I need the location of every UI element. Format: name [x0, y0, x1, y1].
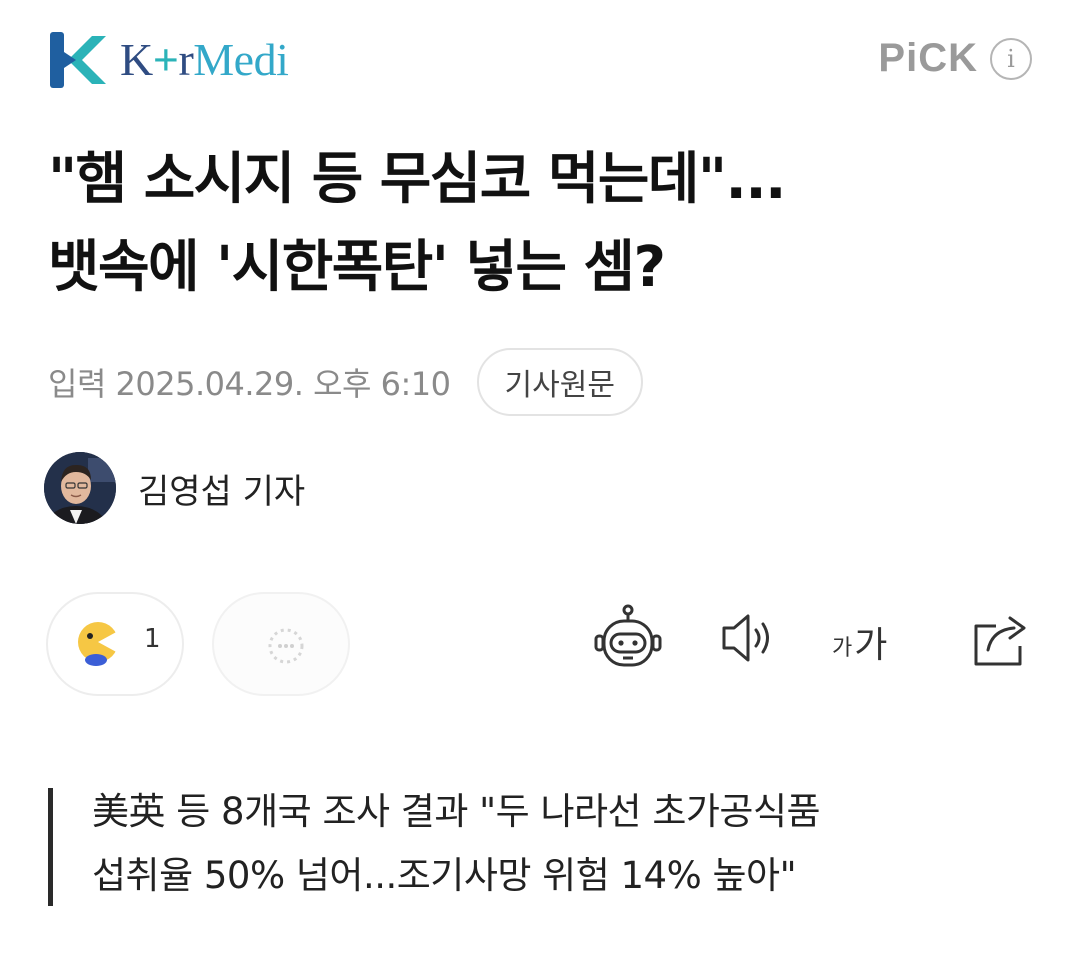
tts-button[interactable] [716, 602, 782, 682]
ai-summary-robot-icon [594, 604, 662, 667]
article-meta: 입력 2025.04.29. 오후 6:10 기사원문 [48, 346, 643, 418]
reporter-avatar [44, 452, 116, 524]
subtitle-line-2: 섭취율 50% 넘어...조기사망 위험 14% 높아" [92, 854, 797, 897]
header: K+rMedi PiCK i [0, 0, 1080, 130]
logo-wordmark: K+rMedi [120, 34, 289, 85]
kormedi-k-logo-icon [50, 32, 106, 88]
article-title-line-2: 뱃속에 '시한폭탄' 넣는 셈? [48, 235, 666, 300]
subtitle-quote-bar [48, 788, 53, 906]
original-article-button[interactable]: 기사원문 [476, 348, 643, 416]
publish-date: 입력 2025.04.29. 오후 6:10 [48, 365, 451, 403]
speaker-icon [722, 614, 769, 662]
share-button[interactable] [966, 602, 1032, 682]
kormedi-logo[interactable]: K+rMedi [48, 32, 289, 88]
reporter-info[interactable]: 김영섭 기자 [44, 452, 305, 524]
comment-icon [268, 628, 304, 664]
emoji-reaction-icon [78, 622, 120, 666]
article-title: "햄 소시지 등 무심코 먹는데"... 뱃속에 '시한폭탄' 넣는 셈? [48, 136, 1038, 312]
share-icon [974, 616, 1026, 666]
article-title-line-1: "햄 소시지 등 무심코 먹는데"... [48, 147, 786, 212]
subtitle-line-1: 美英 등 8개국 조사 결과 "두 나라선 초가공식품 [92, 790, 821, 833]
reaction-button[interactable]: 1 [46, 592, 184, 696]
font-size-button[interactable]: 가 가 [832, 602, 912, 666]
info-icon[interactable]: i [990, 37, 1032, 80]
reporter-name: 김영섭 기자 [138, 471, 306, 512]
pick-badge[interactable]: PiCK i [878, 36, 1032, 81]
reaction-count: 1 [144, 624, 161, 654]
ai-summary-button[interactable] [592, 602, 664, 682]
font-size-large-label: 가 [854, 625, 888, 666]
article-subtitle: 美英 등 8개국 조사 결과 "두 나라선 초가공식품 섭취율 50% 넘어..… [48, 780, 1038, 908]
comment-button[interactable] [212, 592, 350, 696]
pick-label: PiCK [878, 36, 978, 80]
subtitle-text: 美英 등 8개국 조사 결과 "두 나라선 초가공식품 섭취율 50% 넘어..… [92, 780, 821, 908]
font-size-small-label: 가 [832, 636, 853, 661]
